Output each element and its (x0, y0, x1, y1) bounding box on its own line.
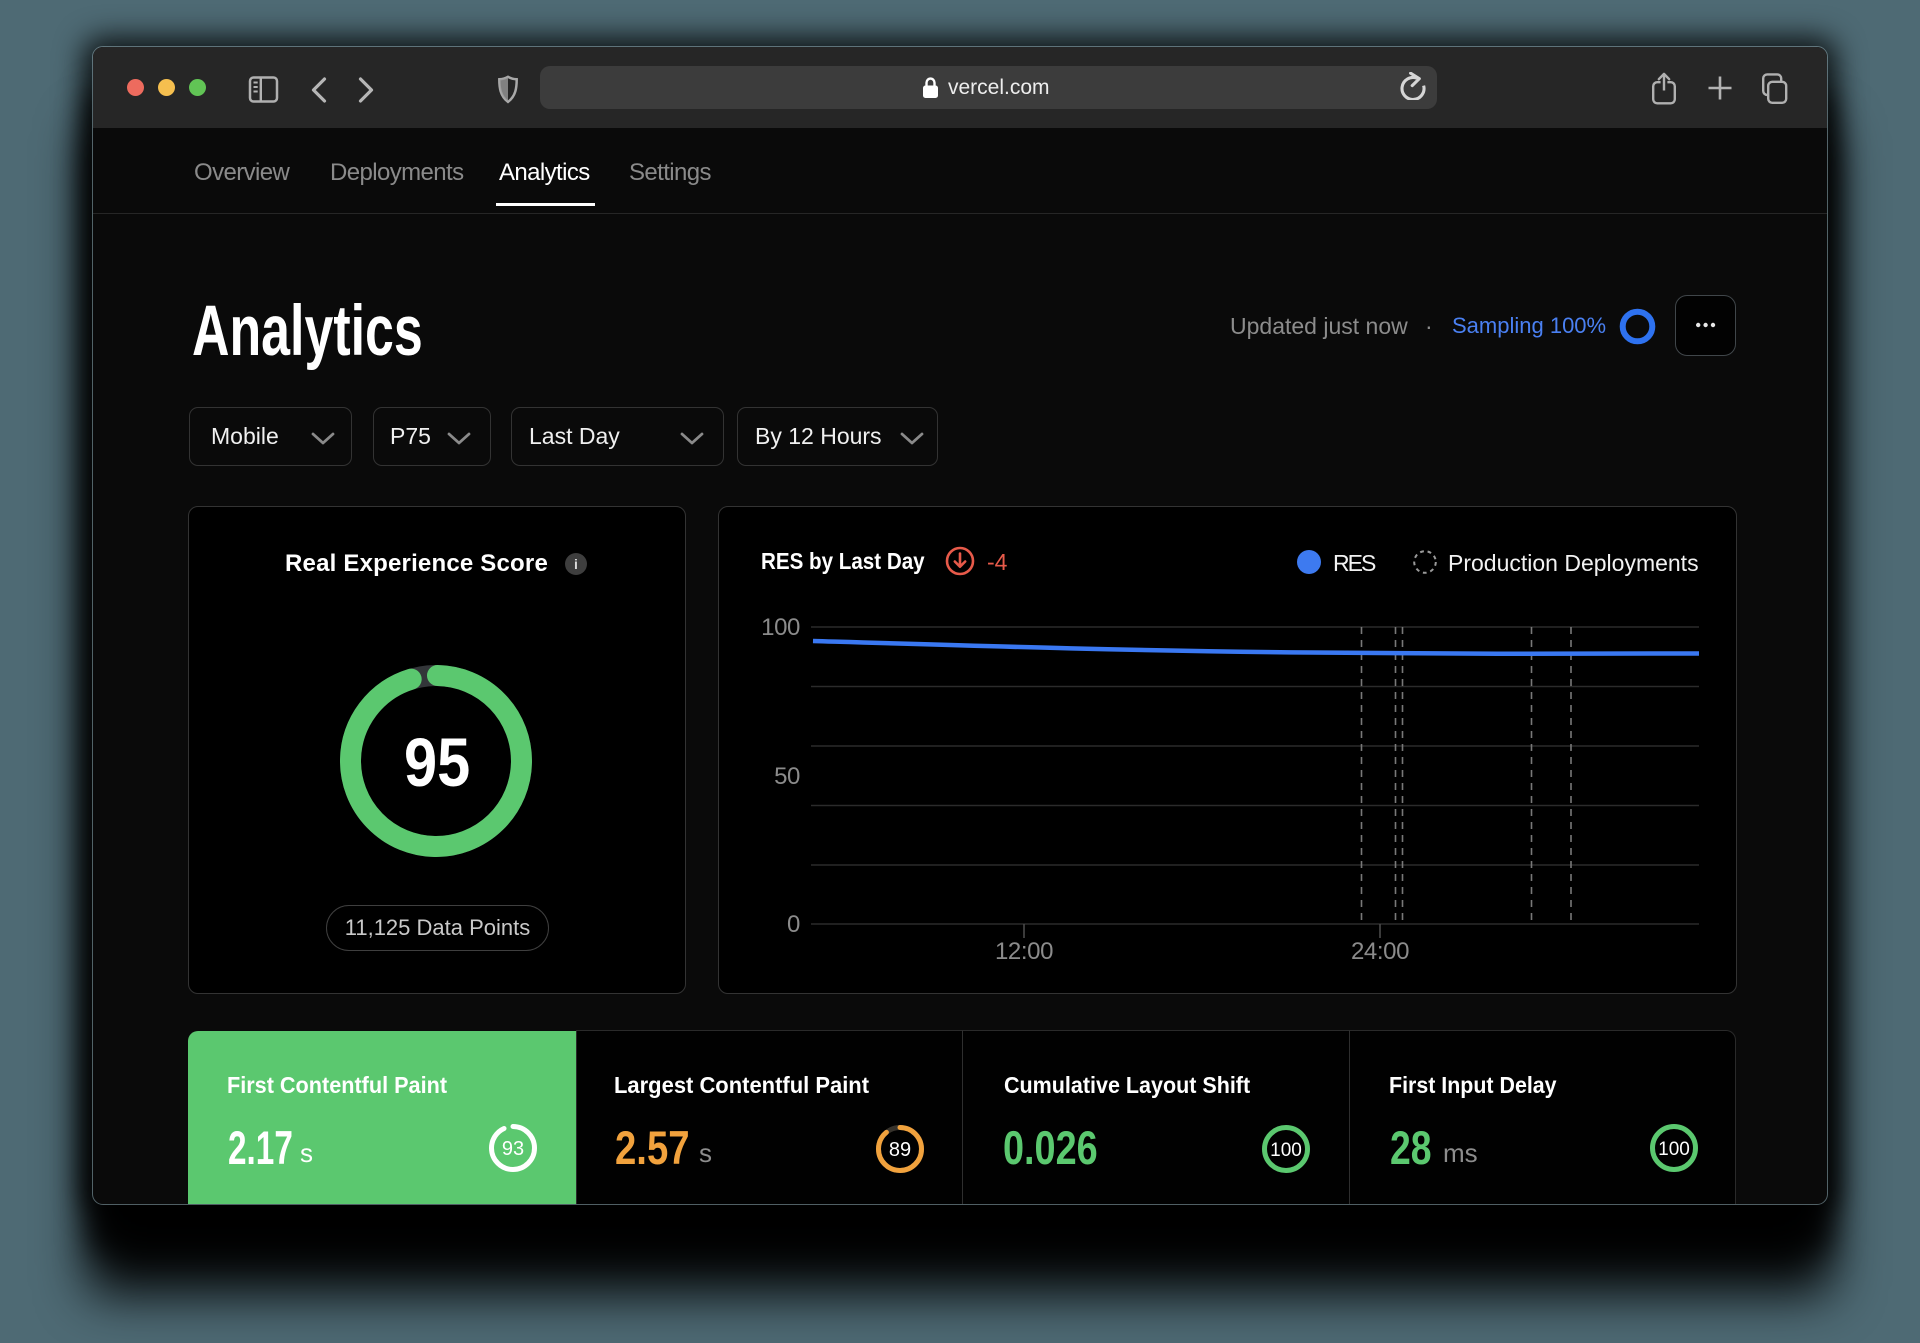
svg-text:100: 100 (1270, 1140, 1302, 1161)
svg-text:0: 0 (787, 911, 800, 938)
svg-text:100: 100 (1658, 1139, 1690, 1160)
svg-text:12:00: 12:00 (995, 938, 1053, 965)
svg-text:100: 100 (761, 614, 800, 641)
svg-text:89: 89 (889, 1139, 911, 1161)
svg-text:93: 93 (502, 1138, 524, 1160)
svg-text:50: 50 (774, 763, 800, 790)
svg-text:24:00: 24:00 (1351, 938, 1409, 965)
